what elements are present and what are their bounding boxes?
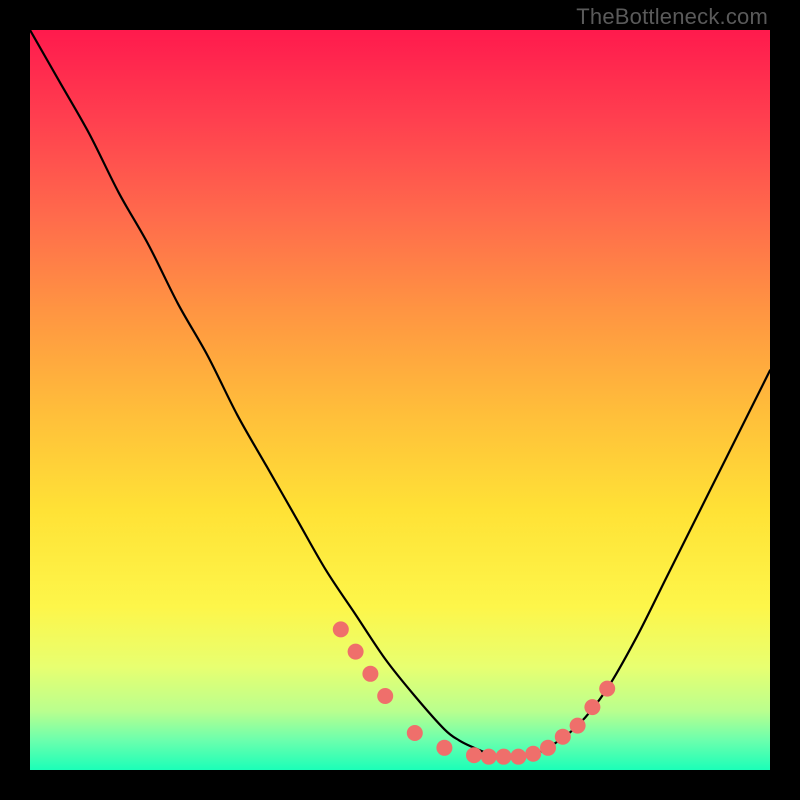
marker-dot — [348, 644, 364, 660]
bottleneck-markers — [333, 621, 615, 764]
chart-frame: TheBottleneck.com — [0, 0, 800, 800]
marker-dot — [496, 749, 512, 765]
marker-dot — [362, 666, 378, 682]
marker-dot — [584, 699, 600, 715]
marker-dot — [570, 718, 586, 734]
marker-dot — [481, 749, 497, 765]
plot-area — [30, 30, 770, 770]
marker-dot — [510, 749, 526, 765]
marker-dot — [436, 740, 452, 756]
bottleneck-curve-svg — [30, 30, 770, 770]
marker-dot — [407, 725, 423, 741]
marker-dot — [333, 621, 349, 637]
marker-dot — [466, 747, 482, 763]
marker-dot — [377, 688, 393, 704]
marker-dot — [525, 746, 541, 762]
marker-dot — [540, 740, 556, 756]
marker-dot — [599, 681, 615, 697]
bottleneck-curve — [30, 30, 770, 757]
watermark-text: TheBottleneck.com — [576, 4, 768, 30]
marker-dot — [555, 729, 571, 745]
